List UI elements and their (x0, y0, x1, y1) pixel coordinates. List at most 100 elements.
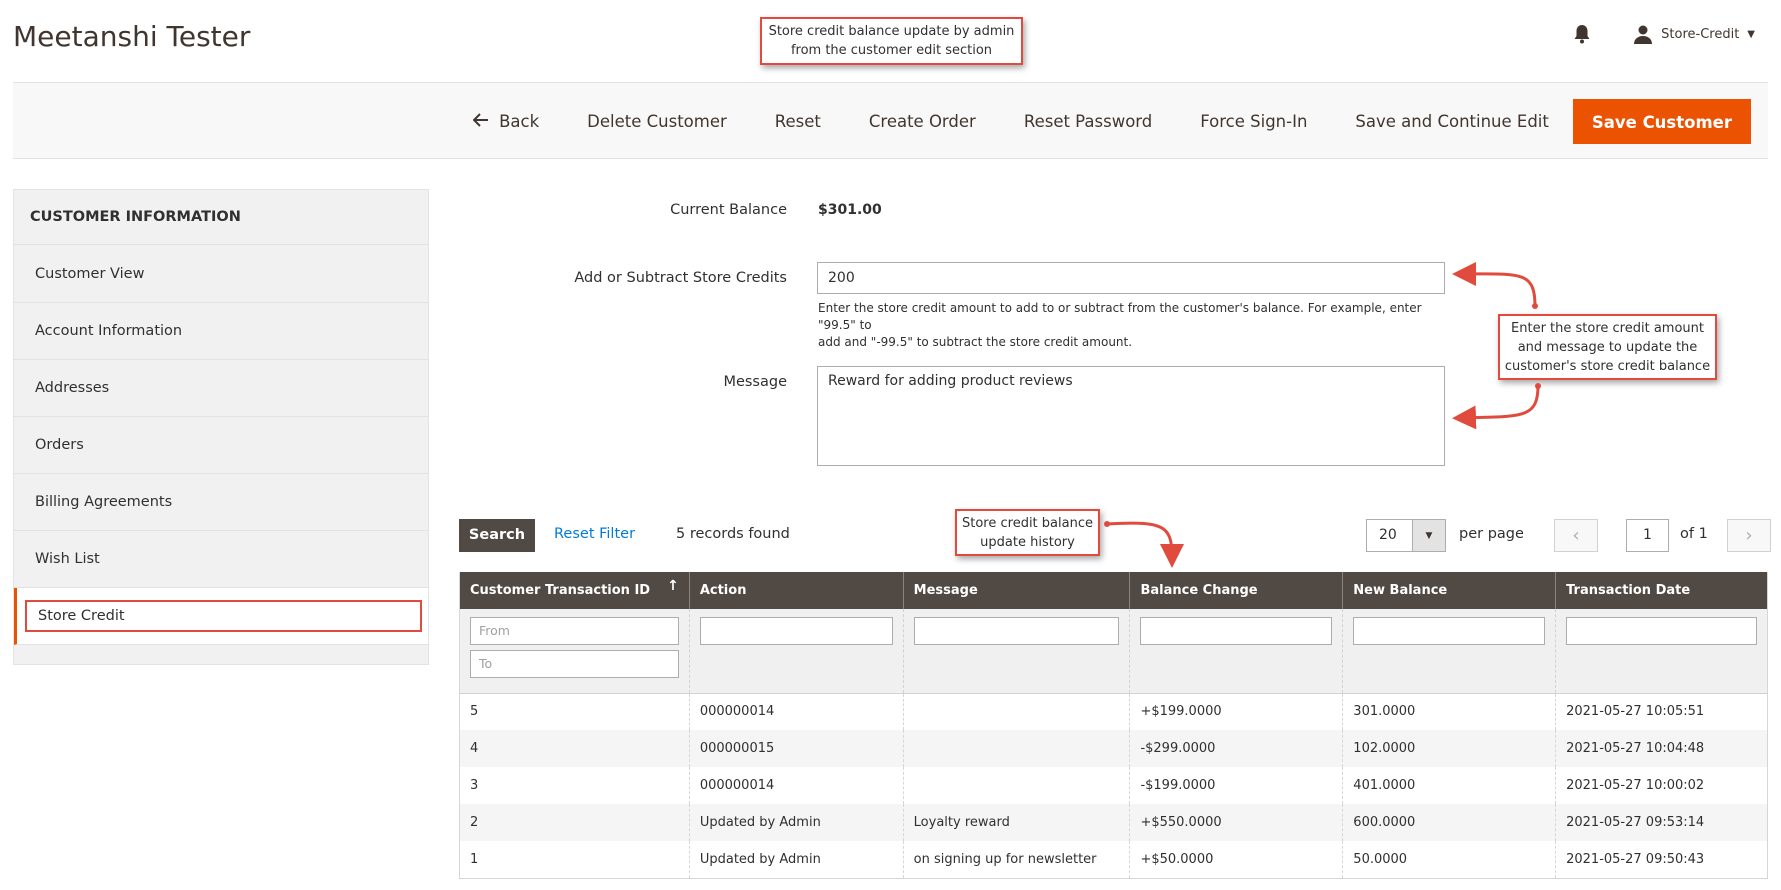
current-balance-value: $301.00 (818, 202, 882, 218)
cell-new-balance: 102.0000 (1342, 730, 1557, 767)
cell-message: Loyalty reward (903, 804, 1131, 841)
column-action[interactable]: Action (689, 572, 904, 609)
per-page-label: per page (1459, 526, 1524, 542)
chevron-left-icon: ‹ (1572, 525, 1580, 546)
amount-help-line-2: add and "-99.5" to subtract the store cr… (818, 335, 1133, 349)
callout-right-line-2: and message to update the (1517, 339, 1698, 355)
cell-date: 2021-05-27 10:04:48 (1555, 730, 1768, 767)
records-found: 5 records found (676, 526, 790, 542)
column-transaction-date[interactable]: Transaction Date (1555, 572, 1768, 609)
filter-action[interactable] (699, 617, 893, 645)
sort-arrow-icon: ↑ (667, 578, 679, 594)
caret-down-icon: ▼ (1412, 520, 1445, 551)
column-balance-change[interactable]: Balance Change (1129, 572, 1344, 609)
cell-id: 1 (459, 841, 690, 878)
sidebar-item-customer-view[interactable]: Customer View (14, 246, 428, 303)
sidebar: CUSTOMER INFORMATION Customer View Accou… (13, 189, 429, 665)
callout-history: Store credit balance update history (955, 509, 1100, 556)
sidebar-item-addresses[interactable]: Addresses (14, 360, 428, 417)
user-menu[interactable]: Store-Credit ▼ (1633, 24, 1755, 44)
sidebar-item-wish-list[interactable]: Wish List (14, 531, 428, 588)
previous-page-button[interactable]: ‹ (1554, 519, 1598, 552)
reset-button[interactable]: Reset (751, 99, 845, 144)
save-customer-button[interactable]: Save Customer (1572, 99, 1751, 144)
cell-date: 2021-05-27 09:50:43 (1566, 851, 1705, 867)
cell-action: Updated by Admin (689, 804, 904, 841)
sidebar-item-billing-agreements[interactable]: Billing Agreements (14, 474, 428, 531)
table-row[interactable]: 2 Updated by Admin Loyalty reward +$550.000… (459, 804, 1768, 841)
filter-balance-change[interactable] (1140, 617, 1333, 645)
cell-date: 2021-05-27 10:00:02 (1566, 778, 1705, 793)
amount-help: Enter the store credit amount to add to … (818, 300, 1438, 351)
reset-password-button[interactable]: Reset Password (1000, 99, 1176, 144)
table-row[interactable]: 4 000000015 -$299.0000 102.0000 2021-05-27 1… (459, 730, 1768, 767)
chevron-right-icon: › (1745, 525, 1753, 546)
current-balance-label: Current Balance (670, 202, 787, 218)
cell-action: Updated by Admin (689, 841, 904, 878)
caret-down-icon: ▼ (1747, 28, 1755, 40)
next-page-button[interactable]: › (1727, 519, 1771, 552)
per-page-select[interactable]: 20 ▼ (1366, 519, 1446, 552)
table-row[interactable]: 3 000000014 -$199.0000 401.0000 2021-05-27 1… (459, 767, 1768, 804)
table-header-row: Customer Transaction ID ↑ Action Message … (459, 572, 1768, 609)
cell-message: on signing up for newsletter (903, 841, 1131, 878)
page-number-input[interactable]: 1 (1626, 519, 1669, 552)
amount-help-line-1: Enter the store credit amount to add to … (818, 301, 1422, 332)
reset-filter-link[interactable]: Reset Filter (554, 526, 635, 542)
callout-top: Store credit balance update by admin fro… (760, 17, 1023, 65)
callout-history-line-2: update history (980, 534, 1075, 550)
filter-row: From To (459, 609, 1768, 694)
sidebar-item-orders[interactable]: Orders (14, 417, 428, 474)
column-new-balance[interactable]: New Balance (1342, 572, 1557, 609)
user-icon (1633, 24, 1653, 44)
filter-message[interactable] (913, 617, 1120, 645)
message-textarea[interactable]: Reward for adding product reviews (817, 366, 1445, 466)
page-of: of 1 (1680, 526, 1708, 542)
cell-balance-change: +$50.0000 (1129, 841, 1344, 878)
cell-id: 4 (459, 730, 690, 767)
cell-id: 2 (459, 804, 690, 841)
sidebar-item-store-credit[interactable]: Store Credit (14, 588, 428, 645)
filter-id-from[interactable]: From (470, 617, 679, 645)
back-label: Back (499, 112, 540, 131)
cell-balance-change: +$550.0000 (1129, 804, 1344, 841)
transactions-table: Customer Transaction ID ↑ Action Message … (459, 572, 1768, 879)
page-title: Meetanshi Tester (13, 20, 251, 53)
column-label: Customer Transaction ID (470, 583, 651, 598)
cell-new-balance: 401.0000 (1342, 767, 1557, 804)
amount-input[interactable]: 200 (817, 262, 1445, 294)
create-order-button[interactable]: Create Order (845, 99, 1000, 144)
table-row[interactable]: 5 000000014 +$199.0000 301.0000 2021-05-27 1… (459, 693, 1768, 730)
delete-customer-button[interactable]: Delete Customer (563, 99, 751, 144)
cell-action: 000000014 (689, 767, 904, 804)
callout-right-line-1: Enter the store credit amount (1511, 320, 1704, 336)
sidebar-item-label: Store Credit (38, 608, 125, 624)
filter-new-balance[interactable] (1353, 617, 1546, 645)
cell-id: 3 (459, 767, 690, 804)
cell-balance-change: -$199.0000 (1129, 767, 1344, 804)
column-message[interactable]: Message (903, 572, 1131, 609)
save-continue-button[interactable]: Save and Continue Edit (1331, 99, 1572, 144)
bell-icon[interactable] (1571, 22, 1593, 46)
column-transaction-id[interactable]: Customer Transaction ID ↑ (459, 572, 690, 609)
callout-top-line-2: from the customer edit section (790, 43, 993, 58)
filter-transaction-date[interactable] (1566, 617, 1757, 645)
cell-action: 000000014 (689, 693, 904, 730)
callout-right: Enter the store credit amount and messag… (1498, 314, 1717, 380)
cell-new-balance: 600.0000 (1342, 804, 1557, 841)
cell-message (903, 730, 1131, 767)
filter-id-to[interactable]: To (470, 650, 679, 678)
arrow-left-icon (472, 99, 489, 144)
cell-date: 2021-05-27 10:05:51 (1566, 704, 1705, 720)
sidebar-title: CUSTOMER INFORMATION (14, 190, 428, 245)
force-signin-button[interactable]: Force Sign-In (1176, 99, 1331, 144)
table-row[interactable]: 1 Updated by Admin on signing up for newsl… (459, 841, 1768, 878)
sidebar-item-account-information[interactable]: Account Information (14, 303, 428, 360)
cell-id: 5 (459, 693, 690, 730)
search-button[interactable]: Search (459, 519, 535, 552)
cell-action: 000000015 (689, 730, 904, 767)
back-button[interactable]: Back (449, 99, 563, 144)
callout-right-line-3: customer's store credit balance (1504, 358, 1711, 374)
callout-top-line-1: Store credit balance update by admin (768, 24, 1015, 39)
callout-history-line-1: Store credit balance (962, 515, 1093, 531)
